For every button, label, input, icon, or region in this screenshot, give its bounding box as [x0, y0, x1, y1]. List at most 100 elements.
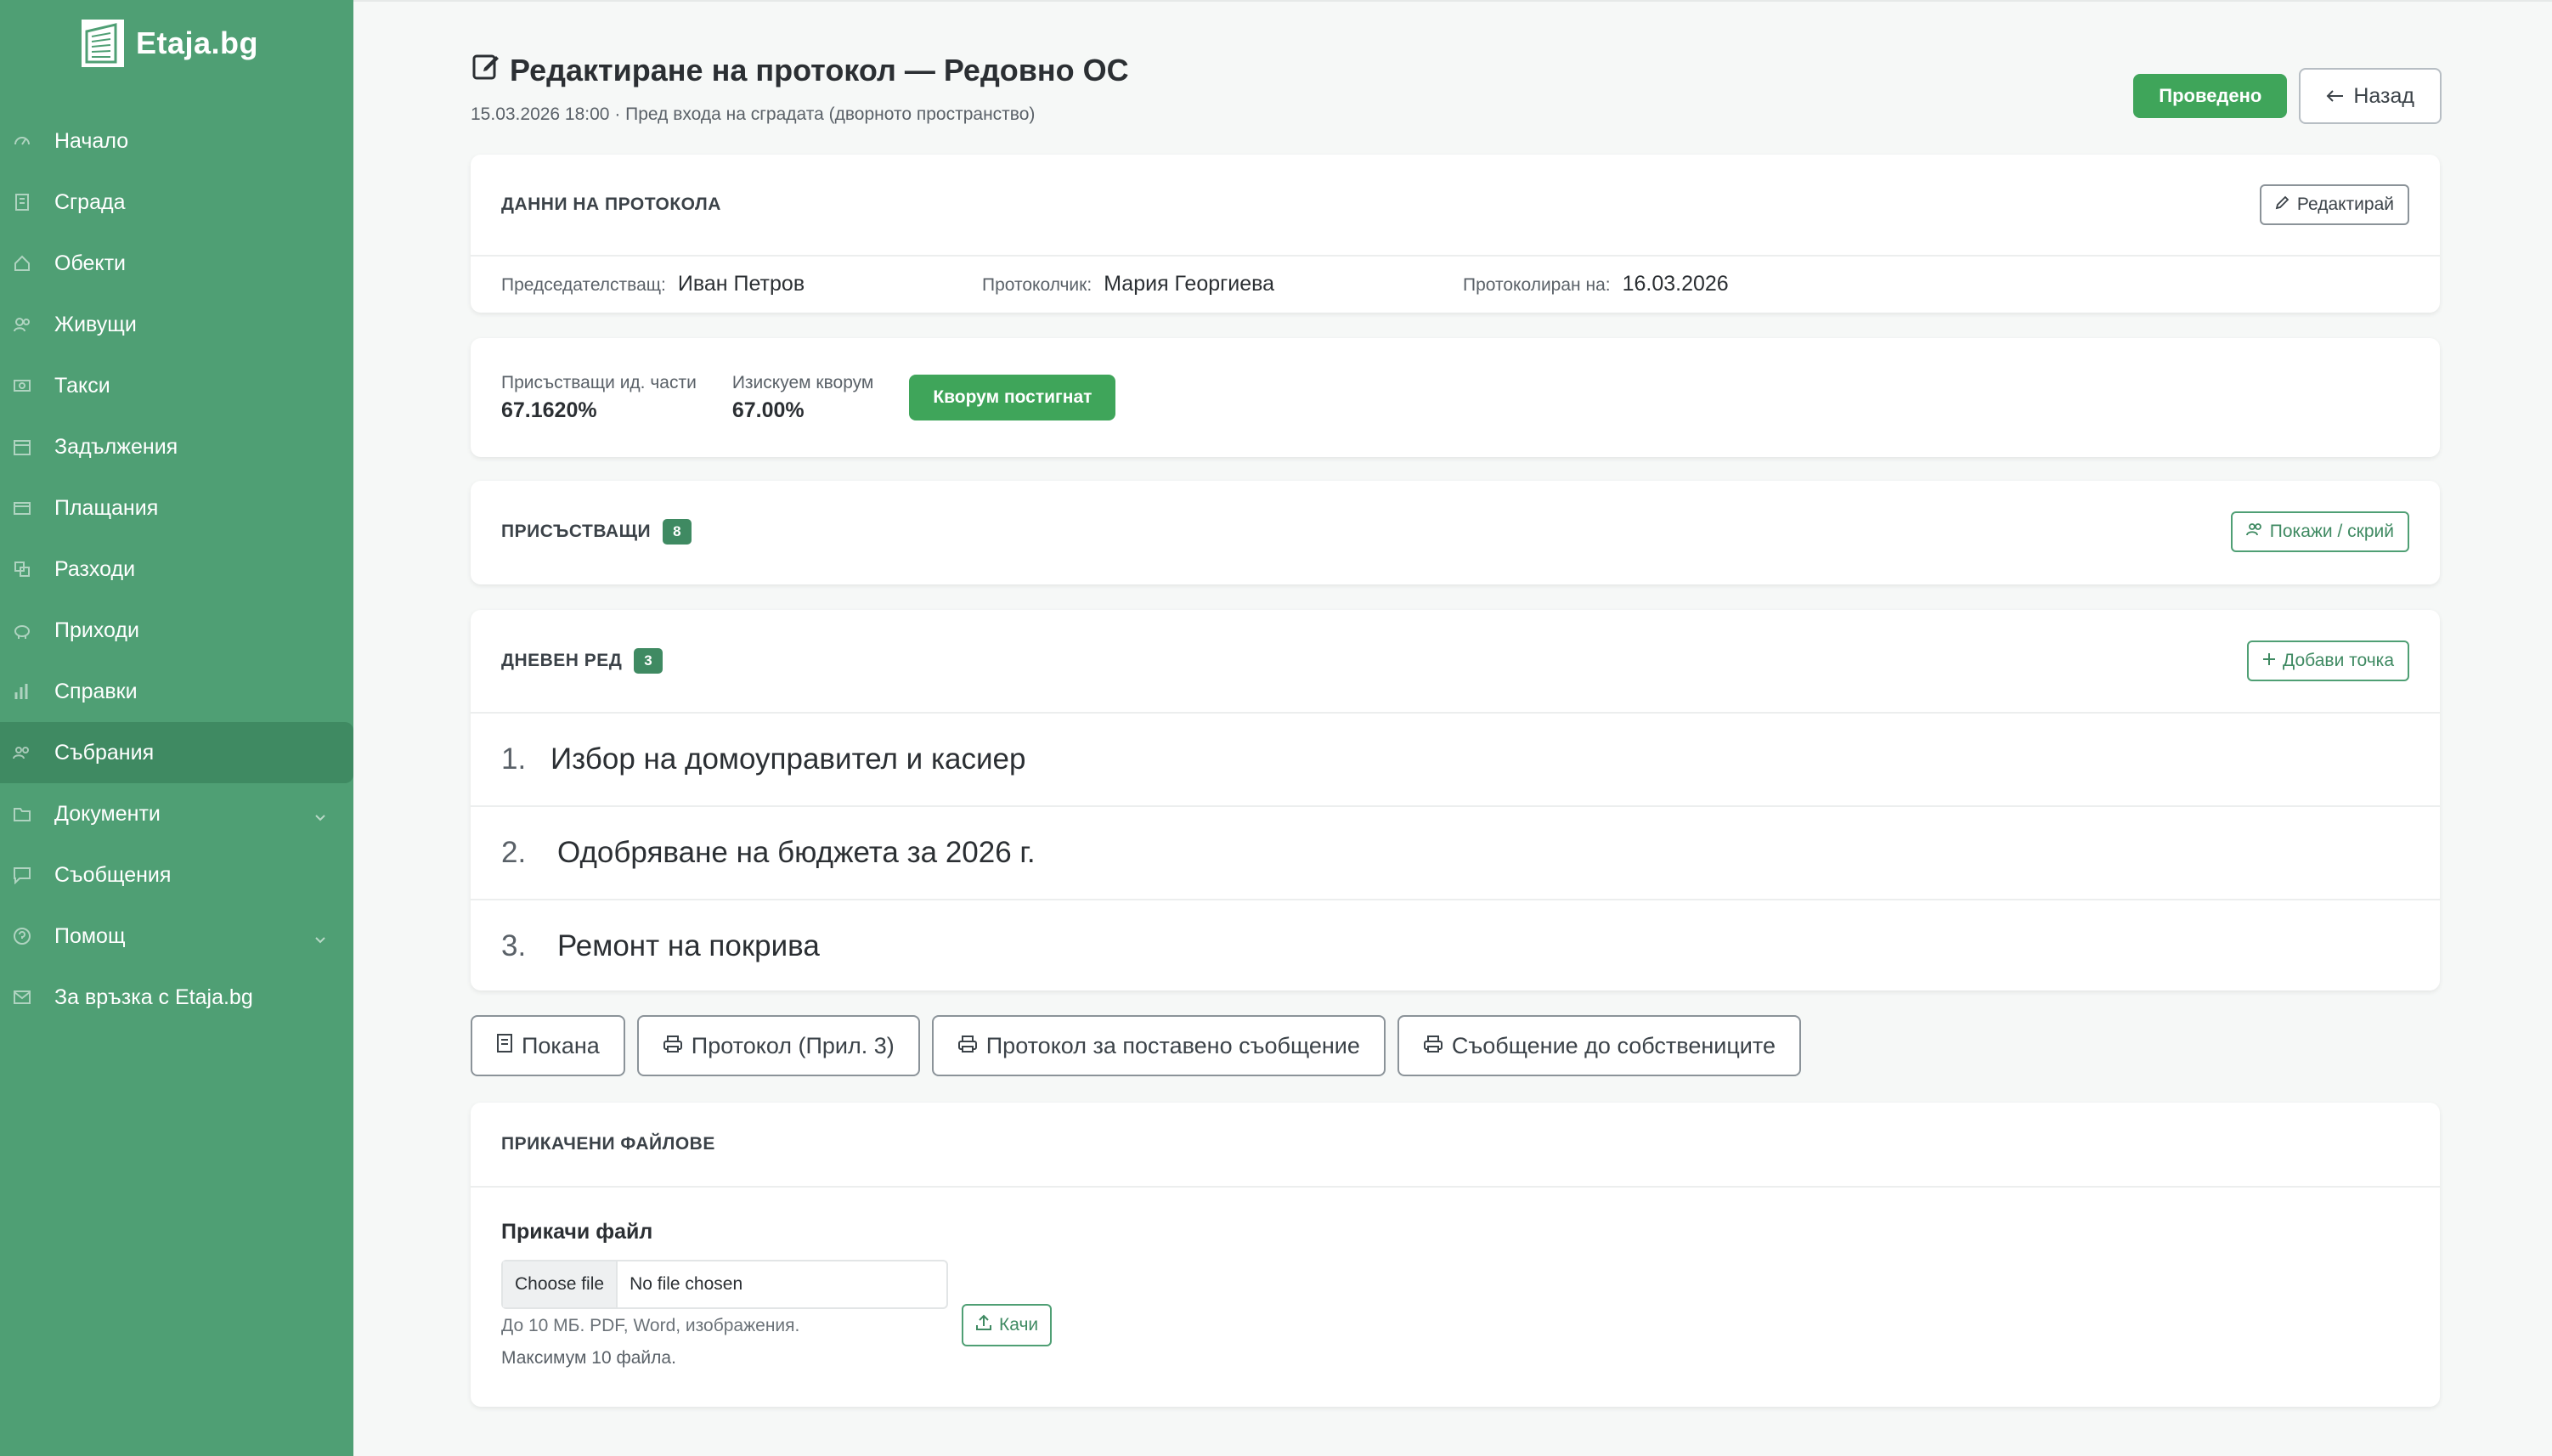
sidebar-item-label: Начало: [54, 128, 129, 153]
print-posted-notice-button[interactable]: Протокол за поставено съобщение: [931, 1015, 1386, 1076]
sidebar-item-documents[interactable]: Документи: [0, 783, 353, 844]
agenda-item[interactable]: 2. Одобряване на бюджета за 2026 г.: [471, 805, 2440, 899]
printer-icon: [957, 1033, 978, 1059]
print-protocol-button[interactable]: Протокол (Прил. 3): [636, 1015, 920, 1076]
attendees-count-badge: 8: [663, 519, 692, 545]
sidebar-item-label: Плащания: [54, 495, 159, 520]
credit-card-icon: [12, 498, 32, 518]
mail-icon: [12, 987, 32, 1007]
sidebar-item-label: Задължения: [54, 434, 178, 459]
folder-icon: [12, 804, 32, 824]
message-icon: [12, 865, 32, 885]
recorder-label: Протоколчик:: [982, 274, 1093, 295]
sidebar-item-label: Живущи: [54, 312, 137, 336]
section-title: ПРИКАЧЕНИ ФАЙЛОВЕ: [501, 1134, 715, 1154]
pencil-icon: [2275, 195, 2290, 215]
file-status: No file chosen: [630, 1274, 743, 1294]
present-shares-value: 67.1620%: [501, 398, 597, 422]
sidebar-item-label: Справки: [54, 679, 138, 703]
section-title: ПРИСЪСТВАЩИ 8: [501, 519, 692, 545]
print-owners-message-label: Съобщение до собствениците: [1451, 1032, 1776, 1058]
attach-file-label: Прикачи файл: [501, 1220, 653, 1244]
upload-button[interactable]: Качи: [962, 1304, 1053, 1346]
cash-icon: [12, 375, 32, 396]
back-button[interactable]: Назад: [2299, 68, 2442, 124]
brand-name: Etaja.bg: [136, 25, 259, 60]
present-shares-label: Присъстващи ид. части: [501, 372, 697, 392]
sidebar-item-residents[interactable]: Живущи: [0, 294, 353, 355]
required-quorum: Изискуем кворум 67.00%: [732, 373, 874, 423]
page-title: Редактиране на протокол — Редовно ОС: [471, 51, 1129, 89]
print-posted-notice-label: Протокол за поставено съобщение: [985, 1032, 1360, 1058]
file-size-hint: До 10 МБ. PDF, Word, изображения.: [501, 1316, 800, 1335]
sidebar-item-help[interactable]: Помощ: [0, 906, 353, 967]
dashboard-icon: [12, 131, 32, 151]
agenda-item-number: 1.: [501, 742, 527, 776]
invitation-button[interactable]: Покана: [471, 1015, 625, 1076]
sidebar-item-label: Разходи: [54, 556, 136, 581]
sidebar-item-label: Документи: [54, 801, 161, 826]
printer-icon: [1423, 1033, 1443, 1059]
recorder-field: Протоколчик: Мария Георгиева: [982, 272, 1463, 296]
sidebar-item-reports[interactable]: Справки: [0, 661, 353, 722]
protocol-card-header: ДАННИ НА ПРОТОКОЛА Редактирай: [471, 155, 2440, 257]
page-title-text: Редактиране на протокол — Редовно ОС: [510, 52, 1129, 87]
back-button-label: Назад: [2353, 83, 2414, 108]
agenda-item[interactable]: 3. Ремонт на покрива: [471, 899, 2440, 992]
print-owners-message-button[interactable]: Съобщение до собствениците: [1397, 1015, 1801, 1076]
sidebar-item-dashboard[interactable]: Начало: [0, 110, 353, 172]
attendees-card: ПРИСЪСТВАЩИ 8 Покажи / скрий: [471, 481, 2440, 584]
sidebar-item-payments[interactable]: Плащания: [0, 477, 353, 539]
edit-icon: [471, 51, 501, 89]
max-files-note: Максимум 10 файла.: [501, 1348, 676, 1368]
chevron-down-icon[interactable]: [313, 806, 328, 821]
brand[interactable]: Etaja.bg: [82, 19, 258, 68]
section-title: ДАННИ НА ПРОТОКОЛА: [501, 195, 721, 214]
choose-file-button[interactable]: Choose file: [503, 1261, 618, 1307]
add-agenda-item-label: Добави точка: [2283, 651, 2394, 670]
piggy-bank-icon: [12, 620, 32, 641]
agenda-item-number: 2.: [501, 836, 527, 869]
protocol-data-card: ДАННИ НА ПРОТОКОЛА Редактирай Председате…: [471, 155, 2440, 313]
file-upload-row: Choose file No file chosen Качи: [501, 1260, 2409, 1346]
help-icon: [12, 926, 32, 946]
sidebar-item-label: Сграда: [54, 189, 126, 214]
sidebar-item-label: Такси: [54, 373, 110, 398]
sidebar-item-label: Помощ: [54, 923, 126, 948]
agenda-item-number: 3.: [501, 929, 527, 962]
toggle-attendees-button[interactable]: Покажи / скрий: [2230, 511, 2409, 552]
sidebar-item-obligations[interactable]: Задължения: [0, 416, 353, 477]
calendar-icon: [12, 437, 32, 457]
people-icon: [12, 742, 32, 763]
add-agenda-item-button[interactable]: Добави точка: [2247, 641, 2409, 681]
edit-protocol-button[interactable]: Редактирай: [2259, 184, 2409, 225]
plus-icon: [2262, 651, 2276, 671]
file-input[interactable]: Choose file No file chosen: [501, 1260, 948, 1309]
sidebar-item-fees[interactable]: Такси: [0, 355, 353, 416]
chevron-down-icon[interactable]: [313, 928, 328, 944]
agenda-item[interactable]: 1. Избор на домоуправител и касиер: [471, 712, 2440, 805]
print-protocol-label: Протокол (Прил. 3): [691, 1032, 895, 1058]
sidebar-item-properties[interactable]: Обекти: [0, 233, 353, 294]
sidebar-item-expenses[interactable]: Разходи: [0, 539, 353, 600]
sidebar-item-meetings[interactable]: Събрания: [0, 722, 353, 783]
sidebar-item-messages[interactable]: Съобщения: [0, 844, 353, 906]
toggle-attendees-label: Покажи / скрий: [2269, 522, 2394, 541]
quorum-status-badge: Кворум постигнат: [909, 375, 1116, 420]
edit-protocol-label: Редактирай: [2296, 195, 2394, 214]
sidebar-item-building[interactable]: Сграда: [0, 172, 353, 233]
building-icon: [12, 192, 32, 212]
protocol-fields: Председателстващ: Иван Петров Протоколчи…: [471, 257, 2440, 311]
sidebar: Etaja.bg Начало Сграда Обекти Живущи Так…: [0, 0, 353, 1456]
bar-chart-icon: [12, 681, 32, 702]
invitation-button-label: Покана: [522, 1032, 600, 1058]
sidebar-item-income[interactable]: Приходи: [0, 600, 353, 661]
header-actions: Проведено Назад: [2133, 68, 2442, 124]
recorded-on-value: 16.03.2026: [1622, 271, 1729, 296]
agenda-count-badge: 3: [634, 648, 663, 674]
attendees-card-header: ПРИСЪСТВАЩИ 8 Покажи / скрий: [471, 481, 2440, 583]
sidebar-item-contact[interactable]: За връзка с Etaja.bg: [0, 967, 353, 1028]
upload-icon: [975, 1314, 992, 1336]
print-actions: Покана Протокол (Прил. 3) Протокол за по…: [471, 1015, 1801, 1076]
required-quorum-value: 67.00%: [731, 398, 805, 422]
